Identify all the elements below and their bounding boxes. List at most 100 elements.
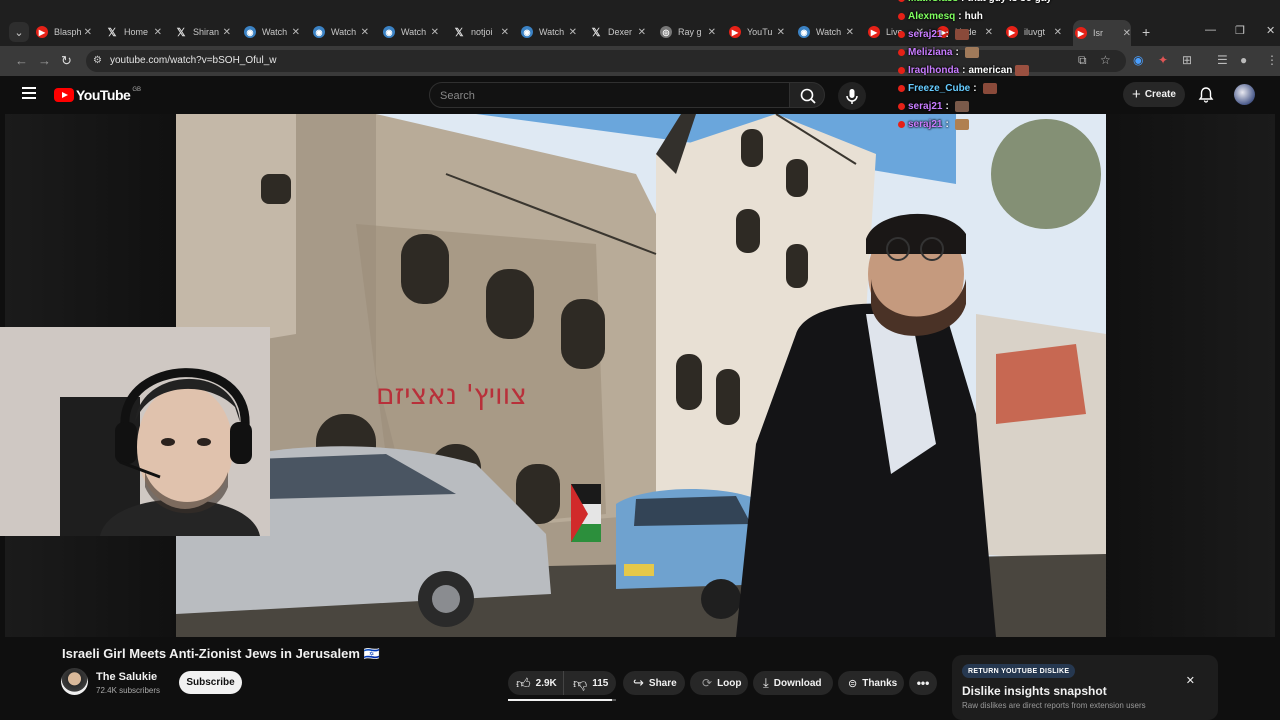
close-tab-icon[interactable]: ✕ [985,27,993,38]
reading-list-icon[interactable]: ☰ [1217,53,1228,67]
restore-icon[interactable]: ❐ [1235,24,1245,37]
hamburger-menu-icon[interactable] [22,87,36,99]
close-tab-icon[interactable]: ✕ [361,27,369,38]
profile-icon[interactable]: ● [1240,53,1247,67]
dislike-button[interactable]: 👎︎ 115 [563,671,616,695]
bookmark-star-icon[interactable]: ☆ [1100,53,1111,67]
voice-search-button[interactable] [838,82,866,110]
share-button[interactable]: ↪ Share [623,671,685,695]
new-tab-icon[interactable]: + [1142,24,1150,40]
loop-icon: ⟳ [702,676,713,690]
tab-search-menu-icon[interactable]: ⌄ [9,22,29,42]
back-icon[interactable]: ← [15,53,28,68]
reload-icon[interactable]: ↻ [61,53,72,69]
browser-tab[interactable]: ▶ Isr ✕ [1073,20,1131,46]
download-button[interactable]: ⤓ Download [753,671,833,695]
watch-icon: ◉ [798,26,810,38]
browser-tab[interactable]: 𝕏 Shiran ✕ [173,22,231,42]
close-tab-icon[interactable]: ✕ [292,27,300,38]
chat-separator: : [955,47,959,58]
chat-message: Meliziana: [898,47,979,58]
extension-icon[interactable]: ✦ [1158,53,1168,67]
extensions-puzzle-icon[interactable]: ⊞ [1182,53,1192,67]
chat-separator: : [945,119,949,130]
tab-label: Watch [539,27,565,37]
site-info-icon[interactable]: ⚙ [93,55,102,66]
more-actions-button[interactable]: ••• [909,671,937,695]
like-button[interactable]: 👍︎ 2.9K [508,671,563,695]
close-tab-icon[interactable]: ✕ [84,27,92,38]
loop-button[interactable]: ⟳ Loop [690,671,748,695]
browser-tab[interactable]: ◎ Ray g ✕ [658,22,716,42]
browser-tab[interactable]: ▶ iluvgt ✕ [1004,22,1062,42]
create-button[interactable]: + Create [1123,82,1185,107]
close-tab-icon[interactable]: ✕ [1054,27,1062,38]
close-tab-icon[interactable]: ✕ [431,27,439,38]
thanks-dollar-icon: ⊜ [848,677,858,690]
chrome-icon: ◎ [660,26,672,38]
browser-tab[interactable]: 𝕏 Home ✕ [104,22,162,42]
user-avatar[interactable] [1234,84,1255,105]
chat-username: Alexmesq [908,11,956,22]
channel-name[interactable]: The Salukie [96,671,157,683]
subscribe-button[interactable]: Subscribe [179,671,242,694]
chat-emote-icon [954,119,969,130]
notifications-bell-icon[interactable] [1198,86,1214,103]
close-tab-icon[interactable]: ✕ [708,27,716,38]
video-player[interactable]: צוויץ' נאציזם [176,114,1106,637]
youtube-icon: ▶ [729,26,741,38]
ryd-insights-panel: RETURN YOUTUBE DISLIKE ✕ Dislike insight… [952,655,1218,720]
browser-menu-icon[interactable]: ⋮ [1266,53,1278,67]
install-app-icon[interactable]: ⧉ [1078,53,1087,68]
chat-platform-icon [898,31,905,38]
tab-label: Shiran [193,27,220,37]
youtube-icon: ▶ [1006,26,1018,38]
like-count: 2.9K [535,677,557,689]
chat-text: that guy is so gay [967,0,1051,4]
forward-icon[interactable]: → [38,53,51,68]
video-title: Israeli Girl Meets Anti-Zionist Jews in … [62,646,380,661]
tab-label: Home [124,27,149,37]
close-icon[interactable]: ✕ [1186,674,1195,687]
search-icon [800,88,816,104]
close-tab-icon[interactable]: ✕ [154,27,162,38]
close-tab-icon[interactable]: ✕ [223,27,231,38]
chat-emote-icon [1015,65,1030,76]
minimize-icon[interactable]: — [1205,24,1216,36]
browser-tab[interactable]: ◉ Watch ✕ [796,22,854,42]
extension-icon[interactable]: ◉ [1133,53,1143,67]
close-tab-icon[interactable]: ✕ [846,27,854,38]
chat-separator: : [973,83,977,94]
browser-tab[interactable]: ◉ Watch ✕ [519,22,577,42]
ryd-badge: RETURN YOUTUBE DISLIKE [962,664,1076,678]
chat-username: Iraqlhonda [908,65,960,76]
watch-icon: ◉ [244,26,256,38]
watch-icon: ◉ [313,26,325,38]
more-horizontal-icon: ••• [916,676,930,690]
window-close-icon[interactable]: ✕ [1266,24,1275,37]
thanks-button[interactable]: ⊜ Thanks [838,671,904,695]
youtube-icon: ▶ [1075,27,1087,39]
address-bar-row: ← → ↻ ⚙ youtube.com/watch?v=bSOH_Oful_w … [0,46,1280,76]
browser-tab[interactable]: 𝕏notjoi ✕ [451,22,509,42]
youtube-logo[interactable]: YouTube GB [54,87,141,103]
search-button[interactable] [789,82,825,108]
browser-tab[interactable]: ▶ Blasph ✕ [34,22,92,42]
browser-tab[interactable]: 𝕏 Dexer ✕ [588,22,646,42]
browser-tab[interactable]: ◉ Watch ✕ [311,22,369,42]
browser-tab[interactable]: ◉ Watch ✕ [242,22,300,42]
close-tab-icon[interactable]: ✕ [569,27,577,38]
chat-username: Meliziana [908,47,953,58]
chat-separator: : [958,11,962,22]
close-tab-icon[interactable]: ✕ [1123,28,1131,39]
youtube-icon: ▶ [868,26,880,38]
close-tab-icon[interactable]: ✕ [501,27,509,38]
search-input[interactable]: Search [429,82,790,108]
browser-tab[interactable]: ◉ Watch ✕ [381,22,439,42]
channel-avatar[interactable] [61,668,88,695]
chat-message: seraj21: [898,29,969,40]
close-tab-icon[interactable]: ✕ [638,27,646,38]
loop-label: Loop [717,677,742,689]
close-tab-icon[interactable]: ✕ [777,27,785,38]
browser-tab[interactable]: ▶ YouTu ✕ [727,22,785,42]
